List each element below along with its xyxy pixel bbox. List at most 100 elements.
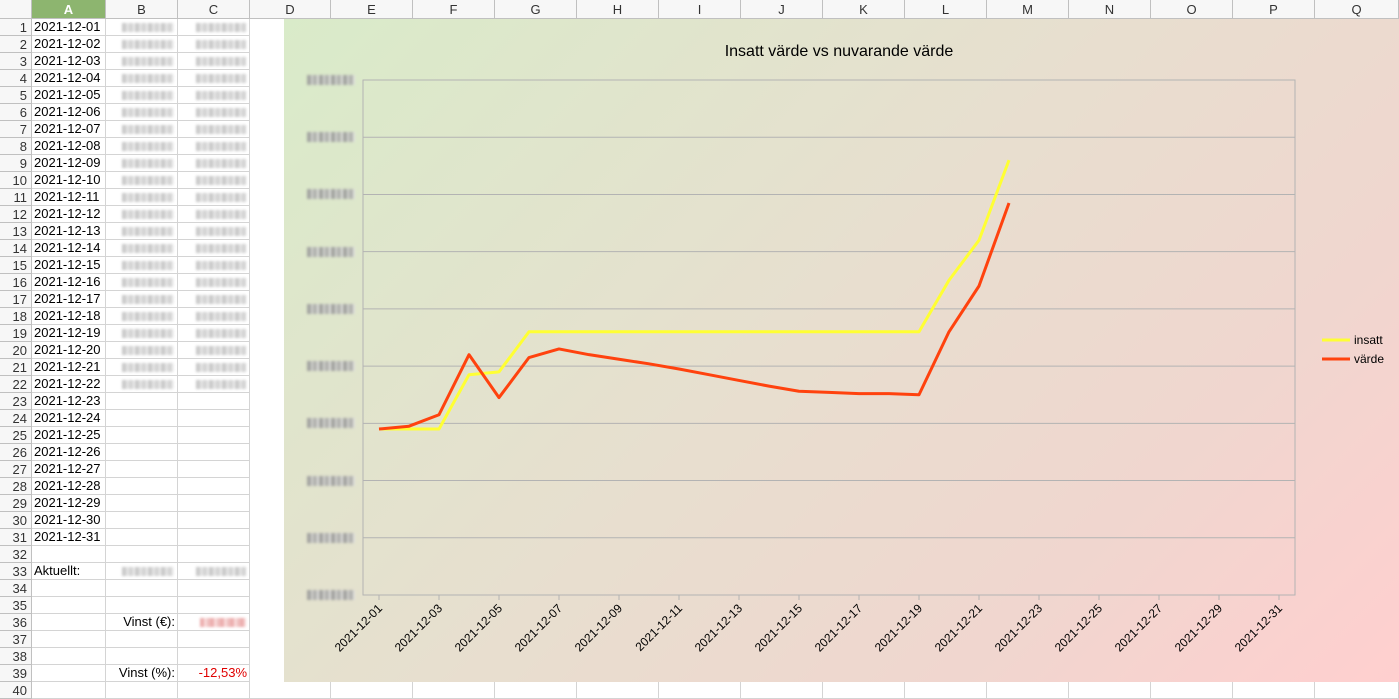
cell-b31[interactable]: [106, 529, 178, 546]
row-header-18[interactable]: 18: [0, 308, 32, 325]
cell-a15[interactable]: 2021-12-15: [32, 257, 106, 274]
row-header-4[interactable]: 4: [0, 70, 32, 87]
row-header-16[interactable]: 16: [0, 274, 32, 291]
row-header-26[interactable]: 26: [0, 444, 32, 461]
cell-c23[interactable]: [178, 393, 250, 410]
row-header-3[interactable]: 3: [0, 53, 32, 70]
row-header-17[interactable]: 17: [0, 291, 32, 308]
cell-c40[interactable]: [178, 682, 250, 699]
cell-a29[interactable]: 2021-12-29: [32, 495, 106, 512]
cell-a16[interactable]: 2021-12-16: [32, 274, 106, 291]
cell-b38[interactable]: [106, 648, 178, 665]
cell-c18[interactable]: [178, 308, 250, 325]
row-header-38[interactable]: 38: [0, 648, 32, 665]
cell-a37[interactable]: [32, 631, 106, 648]
column-header-i[interactable]: I: [659, 0, 741, 19]
column-header-e[interactable]: E: [331, 0, 413, 19]
cell-a35[interactable]: [32, 597, 106, 614]
cell-c33[interactable]: [178, 563, 250, 580]
cell-h40[interactable]: [577, 682, 659, 699]
cell-c36[interactable]: [178, 614, 250, 631]
cell-b33[interactable]: [106, 563, 178, 580]
cell-b22[interactable]: [106, 376, 178, 393]
row-header-33[interactable]: 33: [0, 563, 32, 580]
cell-c16[interactable]: [178, 274, 250, 291]
cell-b7[interactable]: [106, 121, 178, 138]
cell-d40[interactable]: [250, 682, 331, 699]
row-header-22[interactable]: 22: [0, 376, 32, 393]
cell-c38[interactable]: [178, 648, 250, 665]
cell-c17[interactable]: [178, 291, 250, 308]
cell-b16[interactable]: [106, 274, 178, 291]
cell-b2[interactable]: [106, 36, 178, 53]
cell-c20[interactable]: [178, 342, 250, 359]
column-header-c[interactable]: C: [178, 0, 250, 19]
cell-b3[interactable]: [106, 53, 178, 70]
select-all-corner[interactable]: [0, 0, 32, 19]
row-header-30[interactable]: 30: [0, 512, 32, 529]
cell-a21[interactable]: 2021-12-21: [32, 359, 106, 376]
cell-c2[interactable]: [178, 36, 250, 53]
row-header-6[interactable]: 6: [0, 104, 32, 121]
cell-a39[interactable]: [32, 665, 106, 682]
cell-c32[interactable]: [178, 546, 250, 563]
column-header-n[interactable]: N: [1069, 0, 1151, 19]
cell-g40[interactable]: [495, 682, 577, 699]
cell-c31[interactable]: [178, 529, 250, 546]
cell-b35[interactable]: [106, 597, 178, 614]
column-header-m[interactable]: M: [987, 0, 1069, 19]
column-header-o[interactable]: O: [1151, 0, 1233, 19]
cell-b30[interactable]: [106, 512, 178, 529]
cell-i40[interactable]: [659, 682, 741, 699]
cell-a40[interactable]: [32, 682, 106, 699]
row-header-7[interactable]: 7: [0, 121, 32, 138]
cell-a22[interactable]: 2021-12-22: [32, 376, 106, 393]
column-header-p[interactable]: P: [1233, 0, 1315, 19]
cell-c3[interactable]: [178, 53, 250, 70]
cell-c37[interactable]: [178, 631, 250, 648]
cell-a13[interactable]: 2021-12-13: [32, 223, 106, 240]
row-header-5[interactable]: 5: [0, 87, 32, 104]
cell-c15[interactable]: [178, 257, 250, 274]
cell-c10[interactable]: [178, 172, 250, 189]
cell-a23[interactable]: 2021-12-23: [32, 393, 106, 410]
cell-a14[interactable]: 2021-12-14: [32, 240, 106, 257]
cell-b4[interactable]: [106, 70, 178, 87]
row-header-21[interactable]: 21: [0, 359, 32, 376]
row-header-20[interactable]: 20: [0, 342, 32, 359]
cell-b27[interactable]: [106, 461, 178, 478]
cell-a26[interactable]: 2021-12-26: [32, 444, 106, 461]
column-header-f[interactable]: F: [413, 0, 495, 19]
cell-b11[interactable]: [106, 189, 178, 206]
cell-b18[interactable]: [106, 308, 178, 325]
cell-c12[interactable]: [178, 206, 250, 223]
cell-c9[interactable]: [178, 155, 250, 172]
cell-c28[interactable]: [178, 478, 250, 495]
cell-a28[interactable]: 2021-12-28: [32, 478, 106, 495]
cell-a17[interactable]: 2021-12-17: [32, 291, 106, 308]
cell-j40[interactable]: [741, 682, 823, 699]
column-header-h[interactable]: H: [577, 0, 659, 19]
cell-b24[interactable]: [106, 410, 178, 427]
cell-c5[interactable]: [178, 87, 250, 104]
column-header-q[interactable]: Q: [1315, 0, 1399, 19]
cell-a20[interactable]: 2021-12-20: [32, 342, 106, 359]
cell-b17[interactable]: [106, 291, 178, 308]
column-header-d[interactable]: D: [250, 0, 331, 19]
cell-c24[interactable]: [178, 410, 250, 427]
row-header-35[interactable]: 35: [0, 597, 32, 614]
cell-a1[interactable]: 2021-12-01: [32, 19, 106, 36]
cell-c4[interactable]: [178, 70, 250, 87]
cell-c29[interactable]: [178, 495, 250, 512]
cell-a38[interactable]: [32, 648, 106, 665]
cell-b32[interactable]: [106, 546, 178, 563]
row-header-34[interactable]: 34: [0, 580, 32, 597]
column-header-a[interactable]: A: [32, 0, 106, 19]
row-header-24[interactable]: 24: [0, 410, 32, 427]
cell-a18[interactable]: 2021-12-18: [32, 308, 106, 325]
cell-l40[interactable]: [905, 682, 987, 699]
row-header-2[interactable]: 2: [0, 36, 32, 53]
row-header-39[interactable]: 39: [0, 665, 32, 682]
cell-b19[interactable]: [106, 325, 178, 342]
row-header-29[interactable]: 29: [0, 495, 32, 512]
